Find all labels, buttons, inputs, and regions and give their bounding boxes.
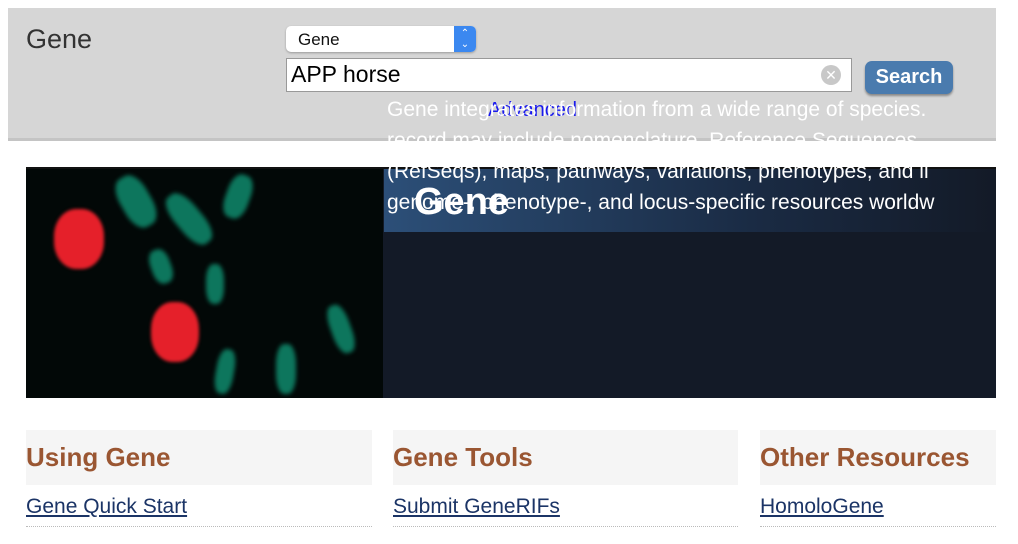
database-select-value: Gene xyxy=(298,30,340,49)
column-heading: Other Resources xyxy=(760,430,996,485)
divider xyxy=(760,526,996,527)
search-field[interactable]: ✕ xyxy=(286,58,852,92)
gene-quick-start-link[interactable]: Gene Quick Start xyxy=(26,495,187,519)
database-select[interactable]: Gene ⌃ ⌄ xyxy=(286,26,476,52)
banner-description: Gene integrates information from a wide … xyxy=(387,94,934,218)
gene-tools-column: Gene Tools Submit GeneRIFs xyxy=(393,430,738,527)
homologene-link[interactable]: HomoloGene xyxy=(760,495,884,519)
other-resources-column: Other Resources HomoloGene xyxy=(760,430,996,527)
submit-generifs-link[interactable]: Submit GeneRIFs xyxy=(393,495,560,519)
column-heading: Using Gene xyxy=(26,430,372,485)
description-line: genome-, phenotype-, and locus-specific … xyxy=(387,191,935,214)
column-heading: Gene Tools xyxy=(393,430,738,485)
divider xyxy=(26,526,372,527)
database-title: Gene xyxy=(26,24,93,54)
description-line: record may include nomenclature, Referen… xyxy=(387,129,917,152)
chromosome-image xyxy=(26,169,383,398)
using-gene-column: Using Gene Gene Quick Start xyxy=(26,430,372,527)
clear-icon[interactable]: ✕ xyxy=(821,65,841,85)
search-button[interactable]: Search xyxy=(865,61,953,94)
description-line: (RefSeqs), maps, pathways, variations, p… xyxy=(387,160,929,183)
description-line: Gene integrates information from a wide … xyxy=(387,98,927,121)
search-input[interactable] xyxy=(287,59,815,89)
select-arrows-icon: ⌃ ⌄ xyxy=(454,26,476,52)
divider xyxy=(393,526,738,527)
